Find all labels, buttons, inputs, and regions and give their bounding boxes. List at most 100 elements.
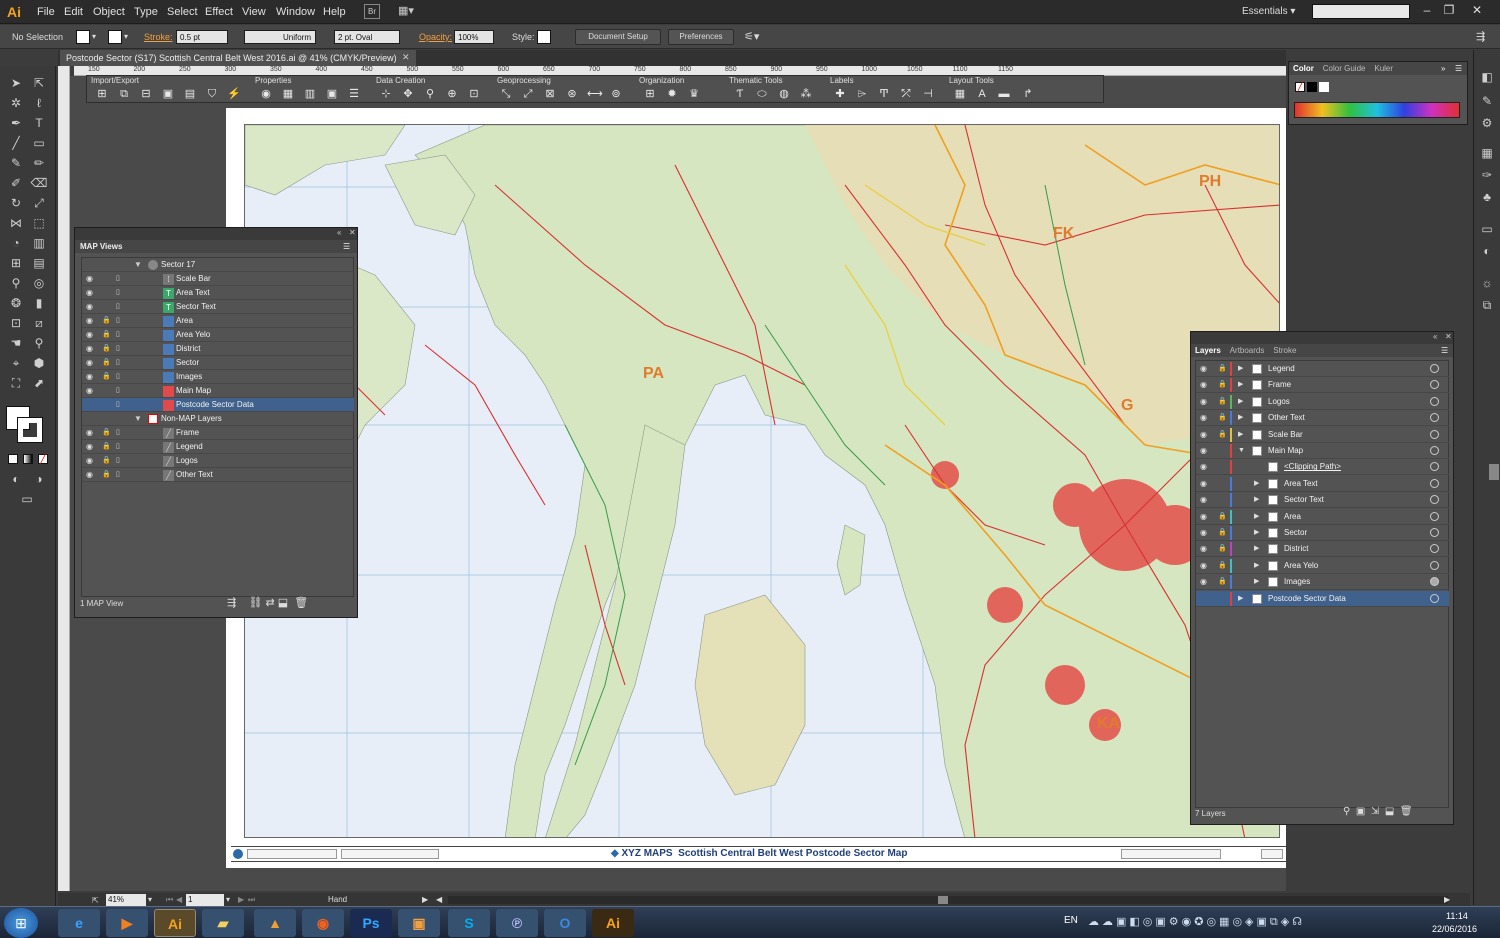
graphic-styles-icon[interactable]: ⧉ (1478, 296, 1496, 314)
map-select-icon[interactable]: ⬈ (30, 374, 48, 392)
visibility-eye-icon[interactable]: ◉ (86, 330, 96, 340)
layer-row[interactable]: ◉ 🔒 ▶ Frame (1196, 377, 1449, 394)
layer-row[interactable]: ◉ ▼ Main Map (1196, 443, 1449, 459)
columns-icon[interactable]: ▥ (303, 88, 317, 101)
map-view-row[interactable]: ◉ 🔒 ▯ Sector (82, 356, 354, 370)
skype-icon[interactable]: S (448, 909, 490, 937)
print-toggle-icon[interactable]: ▯ (116, 428, 126, 438)
intersect-icon[interactable]: ⊠ (543, 88, 557, 101)
layer-row[interactable]: ◉ 🔒 ▶ Scale Bar (1196, 427, 1449, 443)
print-toggle-icon[interactable]: ▯ (116, 316, 126, 326)
vertical-ruler[interactable] (58, 66, 70, 891)
layout-scalebar-icon[interactable]: ▬ (997, 88, 1011, 101)
layer-row[interactable]: ◉ 🔒 ▶ Area Yelo (1196, 558, 1449, 574)
map-view-row[interactable]: ▯ Postcode Sector Data (82, 398, 354, 412)
add-feature-icon[interactable]: ⊕ (445, 88, 459, 101)
buffer-icon[interactable]: ⤡ (499, 88, 513, 101)
create-points-icon[interactable]: ✥ (401, 88, 415, 101)
layers-collapse-icon[interactable]: « (1433, 332, 1437, 341)
layer-target-icon[interactable] (1430, 429, 1439, 439)
collapse-icon[interactable]: « (337, 228, 341, 237)
variable-width-profile[interactable]: Uniform (244, 30, 316, 44)
layer-target-icon[interactable] (1430, 593, 1439, 603)
pencil-tool-icon[interactable]: ✏ (30, 154, 48, 172)
stroke-color-icon[interactable] (17, 417, 43, 443)
thematic-chart-icon[interactable]: ◍ (777, 88, 791, 101)
map-view-row[interactable]: ◉ 🔒 ▯ Area Yelo (82, 328, 354, 342)
draw-behind-icon[interactable]: ◑ (30, 470, 48, 488)
canvas-vertical-scrollbar[interactable] (1489, 464, 1499, 480)
layer-lock-icon[interactable]: 🔒 (1218, 364, 1228, 374)
tab-color-guide[interactable]: Color Guide (1323, 64, 1366, 73)
blob-brush-tool-icon[interactable]: ✐ (7, 174, 25, 192)
map-view-row[interactable]: ◉ 🔒 ▯ Area (82, 314, 354, 328)
layer-visibility-icon[interactable]: ◉ (1200, 446, 1210, 456)
print-toggle-icon[interactable]: ▯ (116, 456, 126, 466)
stroke-panel-icon[interactable]: ▭ (1478, 220, 1496, 238)
document-tab[interactable]: Postcode Sector (S17) Scottish Central B… (60, 50, 416, 66)
export-db-icon[interactable]: ▣ (161, 88, 175, 101)
outlook-icon[interactable]: O (544, 909, 586, 937)
layer-name[interactable]: Frame (1268, 377, 1291, 393)
layer-row[interactable]: ◉ 🔒 ▶ Area (1196, 509, 1449, 525)
print-toggle-icon[interactable]: ▯ (116, 330, 126, 340)
layer-name[interactable]: Logos (1268, 394, 1290, 410)
menu-select[interactable]: Select (167, 0, 198, 24)
feature-export-icon[interactable]: ⊡ (467, 88, 481, 101)
magic-wand-tool-icon[interactable]: ✲ (7, 94, 25, 112)
print-toggle-icon[interactable]: ▯ (116, 302, 126, 312)
draw-normal-icon[interactable]: ◐ (7, 470, 25, 488)
lock-icon[interactable]: 🔒 (102, 358, 112, 368)
visibility-eye-icon[interactable]: ◉ (86, 288, 96, 298)
brush-definition[interactable]: 2 pt. Oval (334, 30, 400, 44)
nonmap-layer-row[interactable]: ◉ 🔒 ▯ ╱ Frame (82, 426, 354, 440)
visibility-eye-icon[interactable]: ◉ (86, 302, 96, 312)
perspective-grid-tool-icon[interactable]: ▥ (30, 234, 48, 252)
artboard-dropdown-icon[interactable]: ▾ (226, 893, 230, 907)
create-sublayer-icon[interactable]: ⇲ (1371, 806, 1379, 817)
map-view-row[interactable]: ◉ ▯ T Sector Text (82, 300, 354, 314)
color-spectrum[interactable] (1294, 102, 1460, 118)
thematic-brush-icon[interactable]: ⬭ (755, 88, 769, 101)
attributes-icon[interactable]: ◉ (259, 88, 273, 101)
media-player-icon[interactable]: ▶ (106, 909, 148, 937)
map-views-menu-icon[interactable]: ☰ (343, 240, 350, 253)
nonmap-layer-row[interactable]: ◉ 🔒 ▯ ╱ Legend (82, 440, 354, 454)
import-db-icon[interactable]: ⊟ (139, 88, 153, 101)
layer-expand-icon[interactable]: ▶ (1254, 541, 1259, 557)
layer-lock-icon[interactable] (1218, 495, 1228, 505)
layout-index-icon[interactable]: A (975, 88, 989, 101)
visibility-eye-icon[interactable]: ◉ (86, 470, 96, 480)
map-view-row[interactable]: ◉ ▯ Main Map (82, 384, 354, 398)
visibility-eye-icon[interactable]: ◉ (86, 428, 96, 438)
scale-tool-icon[interactable]: ⤢ (30, 194, 48, 212)
arrange-documents-icon[interactable]: ▦▾ (398, 4, 418, 19)
tab-layers[interactable]: Layers (1195, 346, 1221, 355)
stroke-swatch[interactable] (108, 30, 122, 44)
horizontal-scroll-thumb[interactable] (938, 896, 948, 904)
graphic-style-swatch[interactable] (537, 30, 551, 44)
eraser-tool-icon[interactable]: ⌫ (30, 174, 48, 192)
layer-row[interactable]: ◉ ▶ Area Text (1196, 476, 1449, 492)
layer-expand-icon[interactable]: ▶ (1254, 558, 1259, 574)
lock-icon[interactable]: 🔒 (102, 330, 112, 340)
crown-icon[interactable]: ♛ (687, 88, 701, 101)
lock-icon[interactable] (102, 274, 112, 284)
layer-row[interactable]: ◉ 🔒 ▶ Sector (1196, 525, 1449, 541)
last-artboard-icon[interactable]: ⏭ (248, 893, 255, 907)
eyedropper-tool-icon[interactable]: ⚲ (7, 274, 25, 292)
layer-visibility-icon[interactable]: ◉ (1200, 462, 1210, 472)
delete-map-view-icon[interactable]: 🗑 (294, 597, 308, 609)
layer-visibility-icon[interactable]: ◉ (1200, 561, 1210, 571)
layer-row[interactable]: ◉ 🔒 ▶ Logos (1196, 394, 1449, 410)
create-grid-icon[interactable]: ⊹ (379, 88, 393, 101)
swatches-icon[interactable]: ▦ (1478, 144, 1496, 162)
layer-lock-icon[interactable]: 🔒 (1218, 413, 1228, 423)
layer-expand-icon[interactable]: ▶ (1254, 574, 1259, 590)
menu-edit[interactable]: Edit (64, 0, 83, 24)
menu-object[interactable]: Object (93, 0, 125, 24)
visibility-eye-icon[interactable]: ◉ (86, 358, 96, 368)
restore-icon[interactable]: ❐ (1440, 2, 1458, 18)
menu-type[interactable]: Type (134, 0, 158, 24)
scroll-left-icon[interactable]: ◀ (436, 893, 442, 907)
